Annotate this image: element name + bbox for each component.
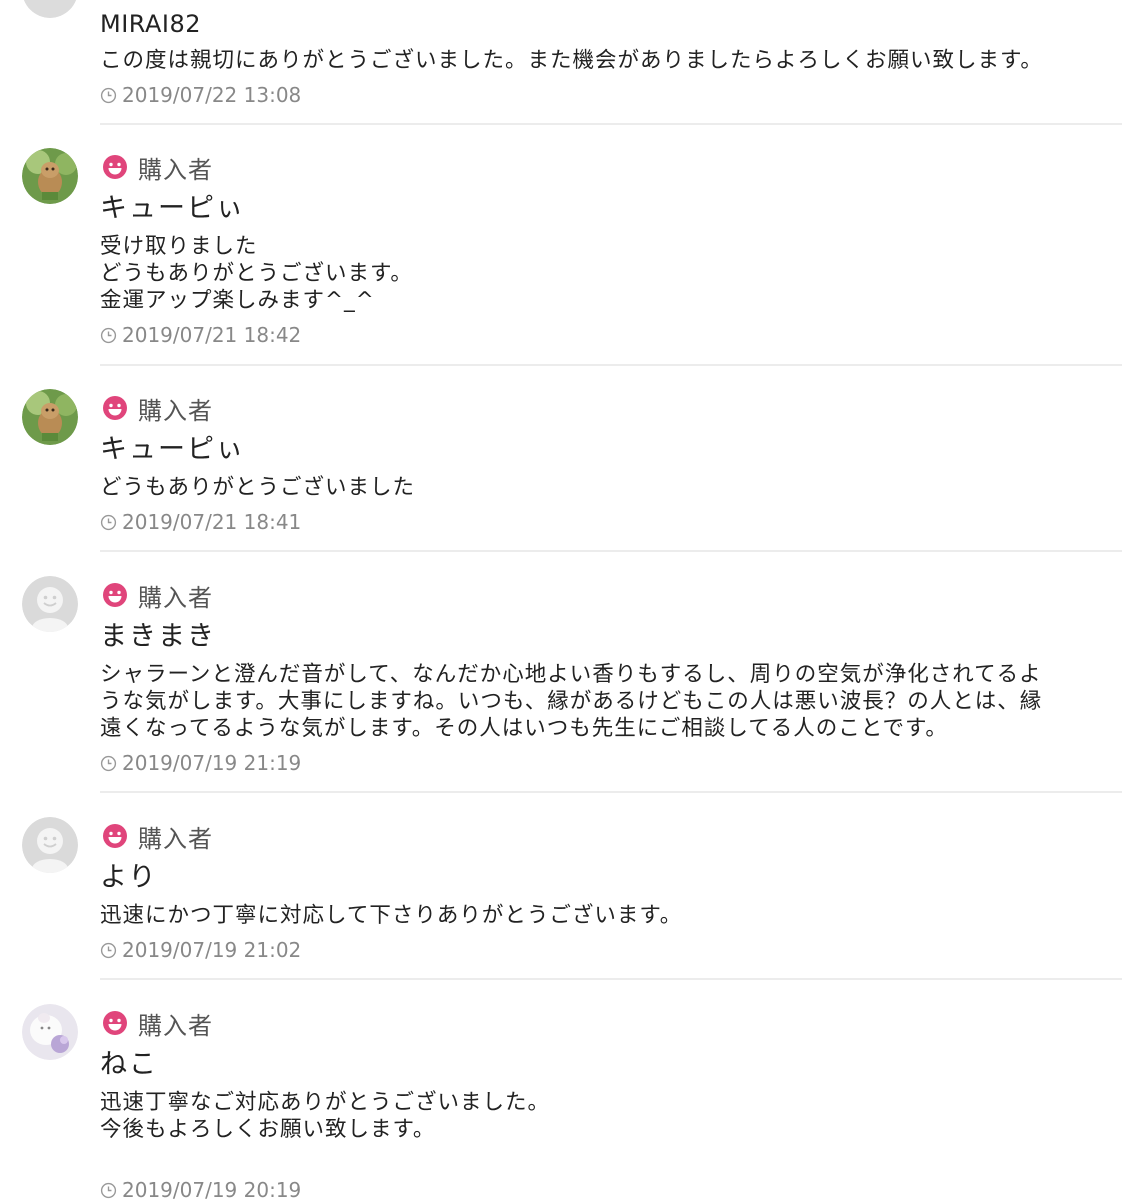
divider <box>100 791 1122 793</box>
role-row: 購入者 <box>100 579 1110 612</box>
review-message: シャラーンと澄んだ音がして、なんだか心地よい香りもするし、周りの空気が浄化されて… <box>100 662 1043 741</box>
avatar[interactable] <box>22 0 78 18</box>
smiley-face-icon <box>103 155 127 179</box>
clock-icon <box>100 327 117 343</box>
role-label: 購入者 <box>138 396 213 425</box>
timestamp-text: 2019/07/21 18:41 <box>122 510 302 534</box>
role-label: 購入者 <box>138 1011 213 1040</box>
smiley-face-icon <box>103 1011 127 1035</box>
username[interactable]: キューピぃ <box>100 191 1110 227</box>
default-avatar[interactable] <box>22 817 78 873</box>
role-row: 購入者 <box>100 151 1110 184</box>
role-row: 購入者 <box>100 820 1110 853</box>
review-timestamp: 2019/07/22 13:08 <box>100 82 1110 108</box>
clock-icon <box>100 755 117 771</box>
clock-icon <box>100 1182 117 1198</box>
review-timestamp: 2019/07/19 20:19 <box>100 1177 1110 1203</box>
dog-photo-avatar[interactable] <box>22 389 78 445</box>
divider <box>100 123 1122 125</box>
username[interactable]: キューピぃ <box>100 432 1110 468</box>
review-message: 迅速丁寧なご対応ありがとうございました。 今後もよろしくお願い致します。 <box>100 1090 551 1142</box>
role-label: 購入者 <box>138 155 213 184</box>
role-row: 購入者 <box>100 392 1110 425</box>
timestamp-text: 2019/07/22 13:08 <box>122 83 302 107</box>
clock-icon <box>100 87 117 103</box>
review-timestamp: 2019/07/19 21:19 <box>100 750 1110 776</box>
role-label: 購入者 <box>138 583 213 612</box>
role-row: 購入者 <box>100 1007 1110 1040</box>
cat-photo-avatar[interactable] <box>22 1004 78 1060</box>
dog-photo-avatar[interactable] <box>22 148 78 204</box>
divider <box>100 364 1122 366</box>
timestamp-text: 2019/07/21 18:42 <box>122 323 302 347</box>
username[interactable]: まきまき <box>100 619 1110 655</box>
divider <box>100 550 1122 552</box>
username[interactable]: より <box>100 860 1110 896</box>
review-message: どうもありがとうございました <box>100 475 416 500</box>
username[interactable]: ねこ <box>100 1047 1110 1083</box>
smiley-face-icon <box>103 583 127 607</box>
review-timestamp: 2019/07/21 18:42 <box>100 322 1110 348</box>
review-timestamp: 2019/07/19 21:02 <box>100 937 1110 963</box>
username[interactable]: MIRAI82 <box>100 6 1110 42</box>
timestamp-text: 2019/07/19 21:19 <box>122 751 302 775</box>
review-message: 迅速にかつ丁寧に対応して下さりありがとうございます。 <box>100 903 683 928</box>
role-label: 購入者 <box>138 824 213 853</box>
smiley-face-icon <box>103 824 127 848</box>
timestamp-text: 2019/07/19 20:19 <box>122 1178 302 1202</box>
timestamp-text: 2019/07/19 21:02 <box>122 938 302 962</box>
smiley-face-icon <box>103 396 127 420</box>
default-avatar[interactable] <box>22 576 78 632</box>
clock-icon <box>100 942 117 958</box>
review-message: 受け取りました どうもありがとうございます。 金運アップ楽しみます^_^ <box>100 234 413 313</box>
review-message: この度は親切にありがとうございました。また機会がありましたらよろしくお願い致しま… <box>100 48 1043 73</box>
divider <box>100 978 1122 980</box>
review-timestamp: 2019/07/21 18:41 <box>100 509 1110 535</box>
clock-icon <box>100 514 117 530</box>
